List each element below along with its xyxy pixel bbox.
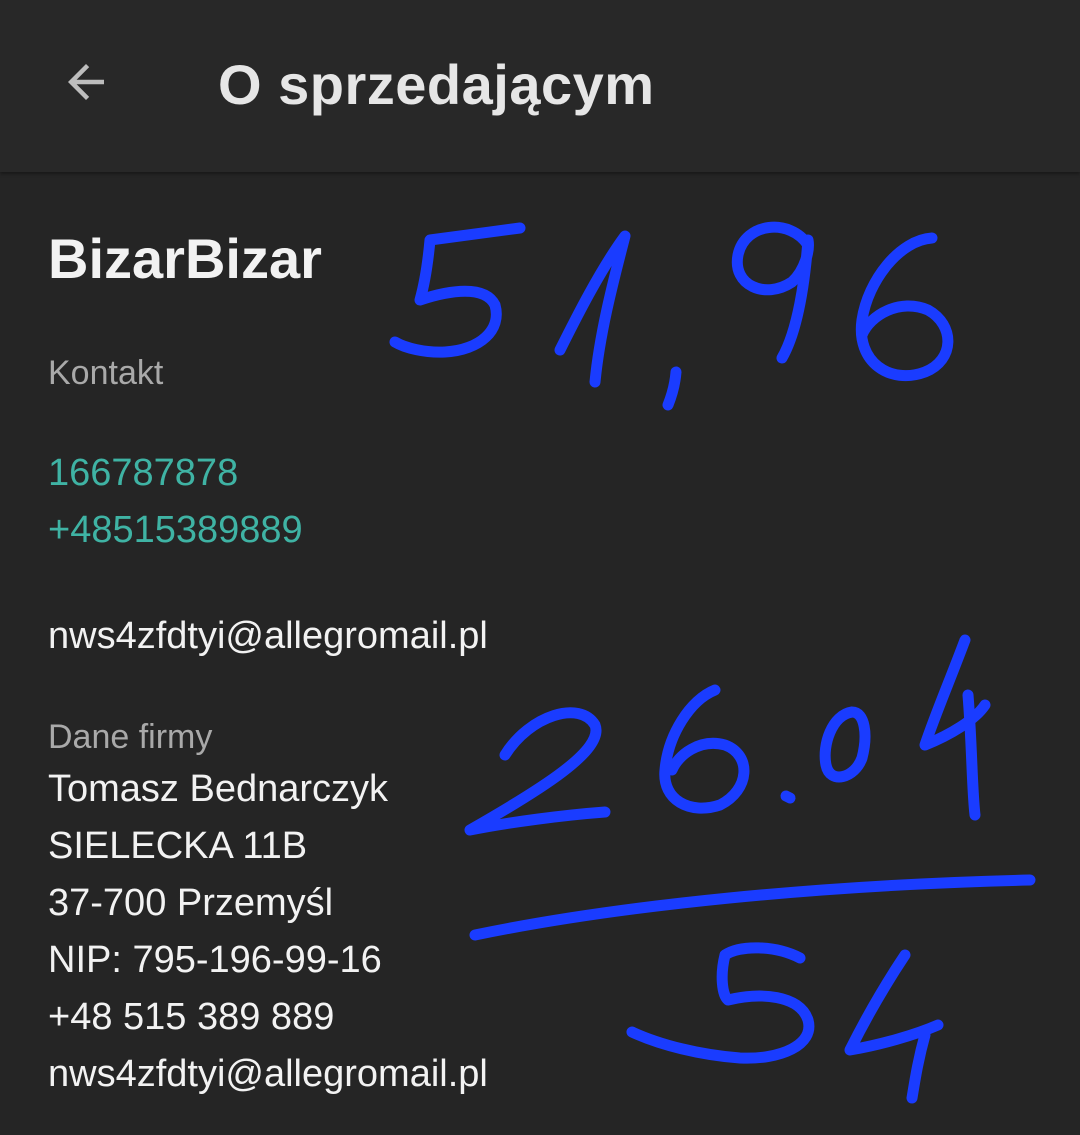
seller-info-screen: O sprzedającym BizarBizar Kontakt 166787…: [0, 0, 1080, 1135]
company-street: SIELECKA 11B: [48, 825, 308, 867]
handwritten-digit-4-middle: [919, 634, 991, 821]
handwritten-digit-5-top: [389, 222, 526, 358]
handwritten-underline: [469, 874, 1036, 941]
handwritten-digit-2: [464, 707, 611, 836]
top-app-bar: O sprzedającym: [0, 0, 1080, 172]
contact-email[interactable]: nws4zfdtyi@allegromail.pl: [48, 615, 488, 658]
page-title: O sprzedającym: [218, 53, 655, 116]
handwritten-digit-9: [731, 221, 814, 364]
back-button[interactable]: [44, 40, 128, 124]
handwritten-comma: [662, 366, 682, 411]
company-nip: NIP: 795-196-99-16: [48, 939, 382, 981]
phone-link-2[interactable]: +48515389889: [48, 509, 303, 552]
handwritten-digit-1: [554, 230, 631, 388]
company-city: 37-700 Przemyśl: [48, 882, 334, 924]
company-phone[interactable]: +48 515 389 889: [48, 996, 334, 1039]
handwritten-decimal-point: [780, 790, 796, 804]
arrow-left-icon: [68, 64, 104, 100]
handwritten-digit-6: [855, 232, 954, 382]
company-section-label: Dane firmy: [48, 718, 213, 756]
handwritten-digit-5-bottom: [626, 942, 815, 1064]
contact-section-label: Kontakt: [48, 354, 164, 392]
seller-name: BizarBizar: [48, 227, 322, 290]
handwritten-digit-0: [819, 706, 871, 783]
phone-link-1[interactable]: 166787878: [48, 452, 238, 495]
company-owner-name: Tomasz Bednarczyk: [48, 768, 389, 810]
handwritten-digit-6-middle: [659, 684, 750, 814]
company-email[interactable]: nws4zfdtyi@allegromail.pl: [48, 1053, 488, 1096]
handwritten-digit-4-bottom: [844, 949, 944, 1104]
